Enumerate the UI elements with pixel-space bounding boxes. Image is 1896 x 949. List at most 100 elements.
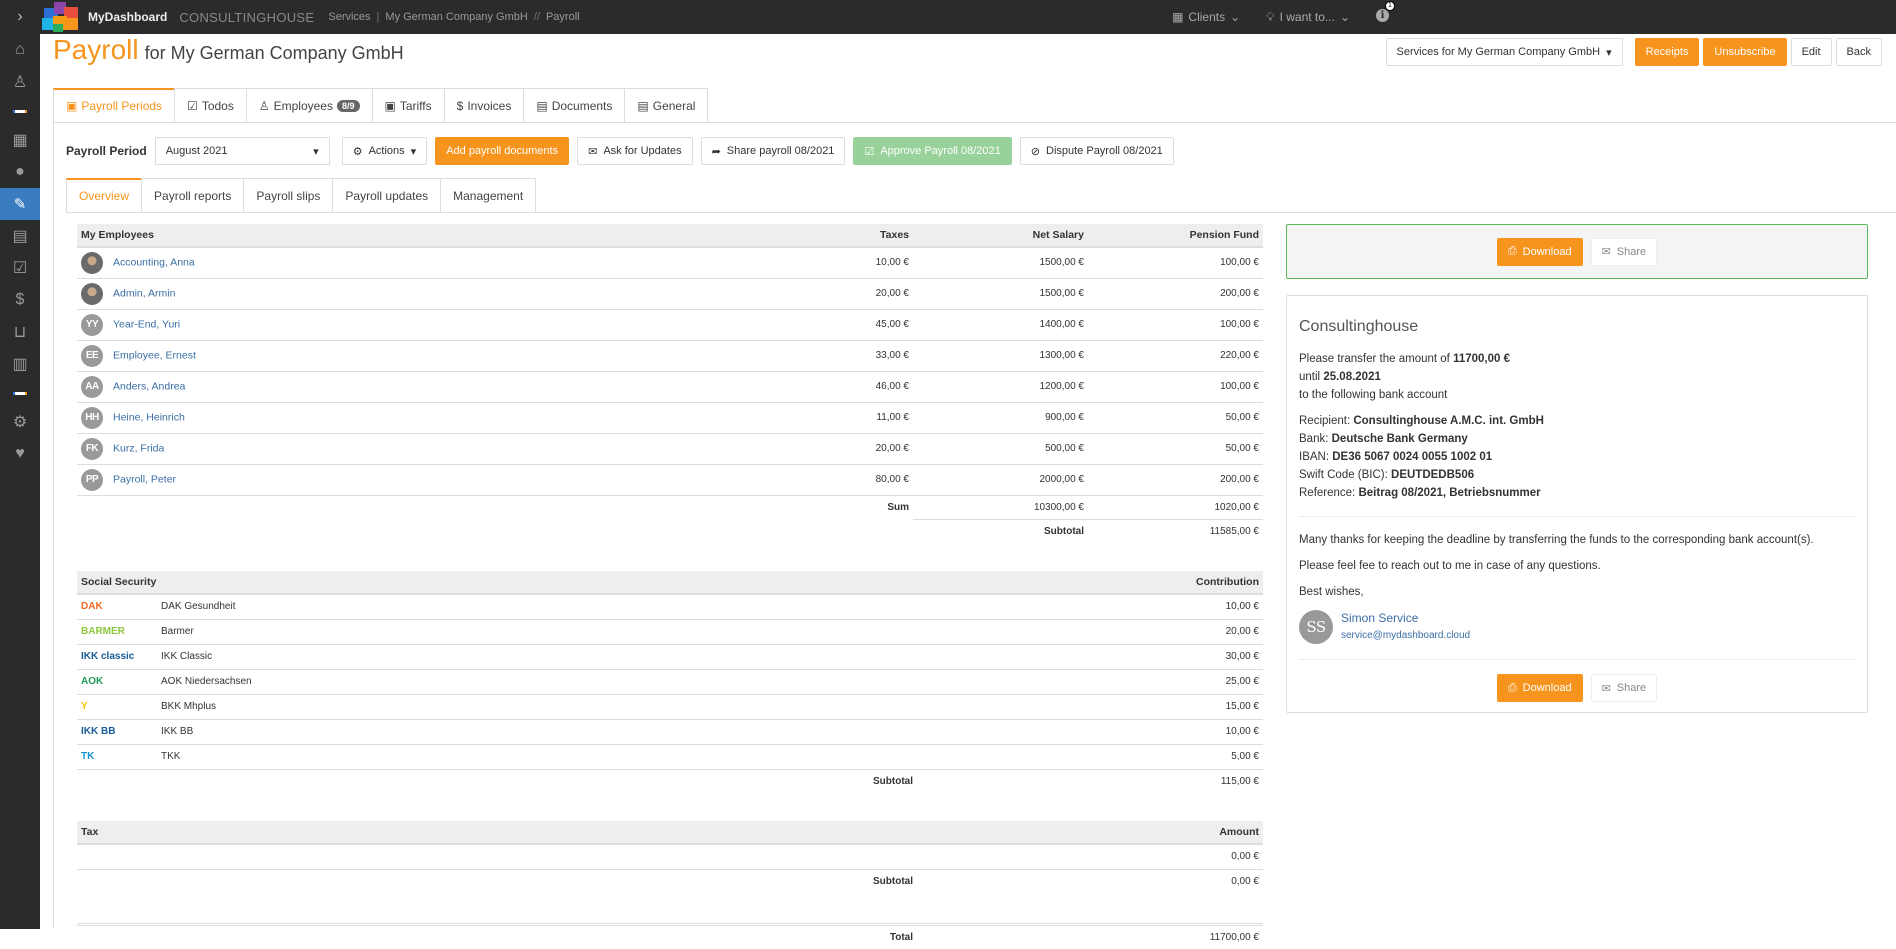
signature: SS Simon Service service@mydashboard.clo… [1299, 609, 1855, 645]
payment-letter-column: ⎙ Download ✉ Share Consultinghouse Pleas… [1286, 224, 1868, 713]
tab-payroll-periods[interactable]: ▣Payroll Periods [53, 88, 175, 122]
services-dropdown-button[interactable]: Services for My German Company GmbH ▾ [1386, 38, 1623, 66]
dispute-payroll-button[interactable]: ⊘ Dispute Payroll 08/2021 [1020, 137, 1174, 165]
employee-net-salary: 900,00 € [913, 402, 1088, 433]
col-header-employees: My Employees [77, 224, 733, 247]
tab-label: Invoices [467, 99, 511, 113]
add-payroll-documents-button[interactable]: Add payroll documents [435, 137, 569, 165]
employee-avatar: FK [81, 438, 103, 460]
breadcrumb-services[interactable]: Services [328, 11, 370, 23]
checkbox-icon: ☑ [13, 258, 27, 278]
sidebar-item-clients[interactable]: ▦ [0, 124, 40, 156]
tab-todos[interactable]: ☑Todos [174, 88, 247, 122]
sidebar-item-profile[interactable]: ♙ [0, 66, 40, 98]
clients-menu[interactable]: ▦ Clients ⌄ [1172, 10, 1240, 24]
employee-row: HH Heine, Heinrich 11,00 € 900,00 € 50,00… [77, 402, 1263, 433]
company-name[interactable]: CONSULTINGHOUSE [179, 10, 314, 25]
tax-name [77, 844, 1093, 869]
employee-taxes: 11,00 € [733, 402, 913, 433]
insurer-contribution: 10,00 € [1093, 594, 1263, 619]
signer-email-link[interactable]: service@mydashboard.cloud [1341, 630, 1470, 641]
tab-label: Employees [274, 99, 333, 113]
bank-name: Deutsche Bank Germany [1332, 433, 1468, 445]
share-button[interactable]: ✉ Share [1591, 238, 1658, 266]
tab-general[interactable]: ▤ General [624, 88, 708, 122]
employee-name-link[interactable]: Heine, Heinrich [113, 411, 185, 423]
employee-avatar: HH [81, 407, 103, 429]
receipts-button[interactable]: Receipts [1635, 38, 1700, 66]
recipient-label: Recipient: [1299, 415, 1350, 427]
back-button[interactable]: Back [1836, 38, 1882, 66]
caret-down-icon: ▾ [1606, 46, 1612, 59]
sidebar-item-todos[interactable]: ☑ [0, 252, 40, 284]
sidebar-toggle-icon[interactable]: › [0, 8, 40, 26]
sidebar-item-users[interactable]: ● [0, 156, 40, 188]
download-button[interactable]: ⎙ Download [1497, 674, 1583, 702]
employees-subtotal: 11585,00 € [1088, 519, 1263, 543]
insurer-contribution: 25,00 € [1093, 669, 1263, 694]
sidebar-item-shop[interactable]: ⊔ [0, 316, 40, 348]
insurer-name: Barmer [157, 619, 1093, 644]
list-icon: ▤ [637, 99, 648, 113]
social-security-subtotal: 115,00 € [1093, 769, 1263, 793]
tab-label: General [653, 99, 696, 113]
employee-taxes: 45,00 € [733, 309, 913, 340]
employee-name-link[interactable]: Admin, Armin [113, 287, 175, 299]
breadcrumb-company[interactable]: My German Company GmbH [385, 11, 527, 23]
share-payroll-button[interactable]: ➦ Share payroll 08/2021 [701, 137, 846, 165]
due-prefix: until [1299, 371, 1320, 383]
tab-tariffs[interactable]: ▣Tariffs [372, 88, 445, 122]
app-logo[interactable] [40, 0, 84, 34]
tab-label: Todos [202, 99, 234, 113]
employee-net-salary: 2000,00 € [913, 464, 1088, 495]
employee-name-link[interactable]: Year-End, Yuri [113, 318, 180, 330]
subtab-payroll-updates[interactable]: Payroll updates [332, 178, 441, 212]
employee-row: FKKurz, Frida 20,00 € 500,00 € 50,00 € [77, 433, 1263, 464]
sidebar: ⌂ ♙ ▦ ● ✎ ▤ ☑ $ ⊔ ▥ ⚙ ♥ [0, 34, 40, 929]
sidebar-item-reports[interactable]: ▥ [0, 348, 40, 380]
subtab-payroll-reports[interactable]: Payroll reports [141, 178, 244, 212]
subtotal-label: Subtotal [913, 519, 1088, 543]
employee-net-salary: 1400,00 € [913, 309, 1088, 340]
wrench-icon: ✎ [14, 195, 27, 213]
signer-name-link[interactable]: Simon Service [1341, 611, 1418, 625]
employee-name-link[interactable]: Employee, Ernest [113, 349, 196, 361]
employee-pension-fund: 200,00 € [1088, 278, 1263, 309]
employee-name-link[interactable]: Kurz, Frida [113, 442, 164, 454]
divider [1299, 516, 1855, 517]
breadcrumb-separator: // [534, 11, 540, 23]
payroll-period-select[interactable]: August 2021 ▾ [155, 137, 330, 165]
tab-invoices[interactable]: $Invoices [444, 88, 525, 122]
sidebar-item-services[interactable]: ✎ [0, 188, 40, 220]
subtab-management[interactable]: Management [440, 178, 536, 212]
sidebar-item-settings[interactable]: ⚙ [0, 406, 40, 438]
tab-employees[interactable]: ♙Employees8/9 [246, 88, 373, 122]
i-want-to-menu[interactable]: 💡︎ I want to... ⌄ [1266, 10, 1350, 25]
sidebar-item-documents[interactable]: ▤ [0, 220, 40, 252]
employee-name-link[interactable]: Payroll, Peter [113, 473, 176, 485]
thanks-text: Many thanks for keeping the deadline by … [1299, 531, 1855, 549]
brand-name[interactable]: MyDashboard [88, 10, 167, 24]
sidebar-item-home[interactable]: ⌂ [0, 34, 40, 66]
due-date: 25.08.2021 [1323, 371, 1381, 383]
subtab-overview[interactable]: Overview [66, 178, 142, 212]
sidebar-item-invoices[interactable]: $ [0, 284, 40, 316]
tab-documents[interactable]: ▤Documents [523, 88, 625, 122]
employee-taxes: 20,00 € [733, 433, 913, 464]
download-button[interactable]: ⎙ Download [1497, 238, 1583, 266]
employee-name-link[interactable]: Anders, Andrea [113, 380, 185, 392]
insurer-name: TKK [157, 744, 1093, 769]
sidebar-divider [0, 380, 40, 406]
subtab-payroll-slips[interactable]: Payroll slips [243, 178, 333, 212]
unsubscribe-button[interactable]: Unsubscribe [1703, 38, 1786, 66]
ask-for-updates-button[interactable]: ✉ Ask for Updates [577, 137, 692, 165]
sidebar-item-health[interactable]: ♥ [0, 438, 40, 470]
edit-button[interactable]: Edit [1791, 38, 1832, 66]
actions-dropdown-button[interactable]: ⚙ Actions ▾ [342, 137, 427, 165]
share-button[interactable]: ✉ Share [1591, 674, 1658, 702]
approve-payroll-button[interactable]: ☑ Approve Payroll 08/2021 [853, 137, 1011, 165]
employee-name-link[interactable]: Accounting, Anna [113, 256, 195, 268]
employee-pension-fund: 50,00 € [1088, 402, 1263, 433]
divider [1299, 659, 1855, 660]
envelope-icon: ✉ [1602, 245, 1611, 258]
